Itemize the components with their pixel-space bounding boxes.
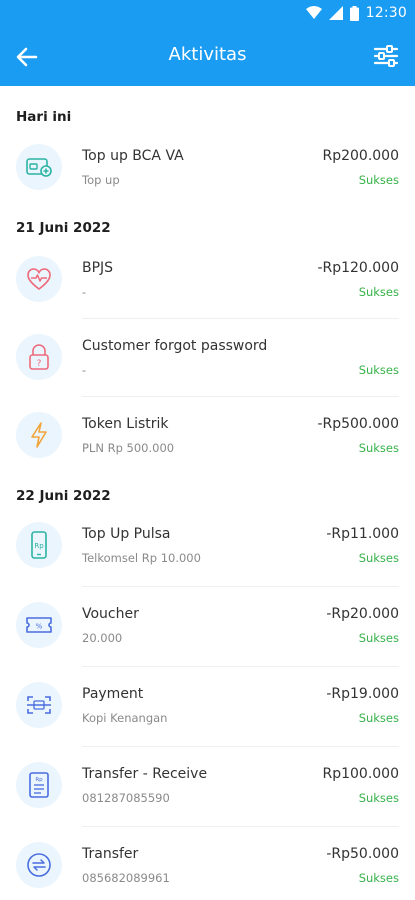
item-status: Sukses xyxy=(358,285,399,299)
battery-icon xyxy=(349,5,359,21)
divider xyxy=(82,318,399,319)
item-status: Sukses xyxy=(358,791,399,805)
section-heading-date: 22 Juni 2022 xyxy=(16,488,111,504)
item-icon-wrap xyxy=(16,842,62,888)
item-amount: Rp100.000 xyxy=(322,766,399,782)
item-amount: -Rp19.000 xyxy=(326,686,399,702)
list-item[interactable]: % Voucher 20.000 -Rp20.000 Sukses xyxy=(0,596,415,676)
list-item[interactable]: Payment Kopi Kenangan -Rp19.000 Sukses xyxy=(0,676,415,756)
item-status: Sukses xyxy=(358,441,399,455)
page-title: Aktivitas xyxy=(168,44,247,65)
item-icon-wrap: % xyxy=(16,602,62,648)
phone-icon: Rp xyxy=(31,531,47,559)
svg-text:?: ? xyxy=(37,359,42,369)
item-status: Sukses xyxy=(358,631,399,645)
lightning-icon xyxy=(31,422,47,448)
item-amount: -Rp50.000 xyxy=(326,846,399,862)
status-icons: 12:30 xyxy=(305,5,407,21)
item-title: Voucher xyxy=(82,606,139,622)
item-status: Sukses xyxy=(358,871,399,885)
item-subtitle: - xyxy=(82,285,87,299)
heart-pulse-icon xyxy=(27,268,51,291)
list-item[interactable]: Transfer 085682089961 -Rp50.000 Sukses xyxy=(0,836,415,900)
item-subtitle: PLN Rp 500.000 xyxy=(82,441,175,455)
item-amount: -Rp500.000 xyxy=(317,416,399,432)
item-amount: -Rp20.000 xyxy=(326,606,399,622)
item-title: BPJS xyxy=(82,260,114,276)
item-title: Payment xyxy=(82,686,144,702)
transfer-icon xyxy=(27,853,51,877)
item-icon-wrap xyxy=(16,144,62,190)
item-subtitle: 081287085590 xyxy=(82,791,170,805)
item-title: Token Listrik xyxy=(82,416,169,432)
item-icon-wrap: Rp xyxy=(16,762,62,808)
item-icon-wrap xyxy=(16,256,62,302)
wifi-icon xyxy=(305,6,322,19)
lock-icon: ? xyxy=(29,344,49,370)
divider xyxy=(82,826,399,827)
item-status: Sukses xyxy=(358,711,399,725)
item-icon-wrap xyxy=(16,682,62,728)
item-amount: Rp200.000 xyxy=(322,148,399,164)
item-icon-wrap xyxy=(16,412,62,458)
item-title: Transfer xyxy=(82,846,139,862)
signal-icon xyxy=(328,6,343,20)
wallet-topup-icon xyxy=(26,158,52,177)
sliders-icon xyxy=(373,45,399,67)
item-subtitle: 20.000 xyxy=(82,631,123,645)
list-item[interactable]: Rp Top Up Pulsa Telkomsel Rp 10.000 -Rp1… xyxy=(0,516,415,596)
divider xyxy=(82,746,399,747)
receipt-icon: Rp xyxy=(29,772,49,798)
item-title: Top up BCA VA xyxy=(82,148,184,164)
item-subtitle: - xyxy=(82,363,87,377)
list-item[interactable]: BPJS - -Rp120.000 Sukses xyxy=(0,248,415,328)
item-icon-wrap: ? xyxy=(16,334,62,380)
item-status: Sukses xyxy=(358,363,399,377)
item-amount: -Rp120.000 xyxy=(317,260,399,276)
svg-text:Rp: Rp xyxy=(34,542,44,550)
filter-button[interactable] xyxy=(373,43,399,69)
item-status: Sukses xyxy=(358,551,399,565)
item-status: Sukses xyxy=(358,173,399,187)
item-amount: -Rp11.000 xyxy=(326,526,399,542)
section-heading-date: 21 Juni 2022 xyxy=(16,220,111,236)
scan-icon xyxy=(27,696,51,714)
status-bar: 12:30 xyxy=(0,0,415,28)
list-item[interactable]: Token Listrik PLN Rp 500.000 -Rp500.000 … xyxy=(0,406,415,486)
divider xyxy=(82,666,399,667)
item-icon-wrap: Rp xyxy=(16,522,62,568)
divider xyxy=(82,586,399,587)
list-item[interactable]: Rp Transfer - Receive 081287085590 Rp100… xyxy=(0,756,415,836)
voucher-icon: % xyxy=(26,617,52,633)
item-title: Top Up Pulsa xyxy=(82,526,171,542)
divider xyxy=(82,396,399,397)
status-time: 12:30 xyxy=(365,5,407,21)
svg-text:%: % xyxy=(36,623,43,631)
item-subtitle: 085682089961 xyxy=(82,871,170,885)
item-subtitle: Top up xyxy=(82,173,120,187)
svg-text:Rp: Rp xyxy=(35,777,43,783)
list-item[interactable]: Top up BCA VA Top up Rp200.000 Sukses xyxy=(0,136,415,216)
item-title: Transfer - Receive xyxy=(82,766,208,782)
item-subtitle: Kopi Kenangan xyxy=(82,711,168,725)
activity-list: Hari ini Top up BCA VA Top up Rp200.000 … xyxy=(0,86,415,900)
item-subtitle: Telkomsel Rp 10.000 xyxy=(82,551,201,565)
item-title: Customer forgot password xyxy=(82,338,268,354)
app-bar: Aktivitas xyxy=(0,28,415,86)
section-heading-today: Hari ini xyxy=(16,109,72,125)
